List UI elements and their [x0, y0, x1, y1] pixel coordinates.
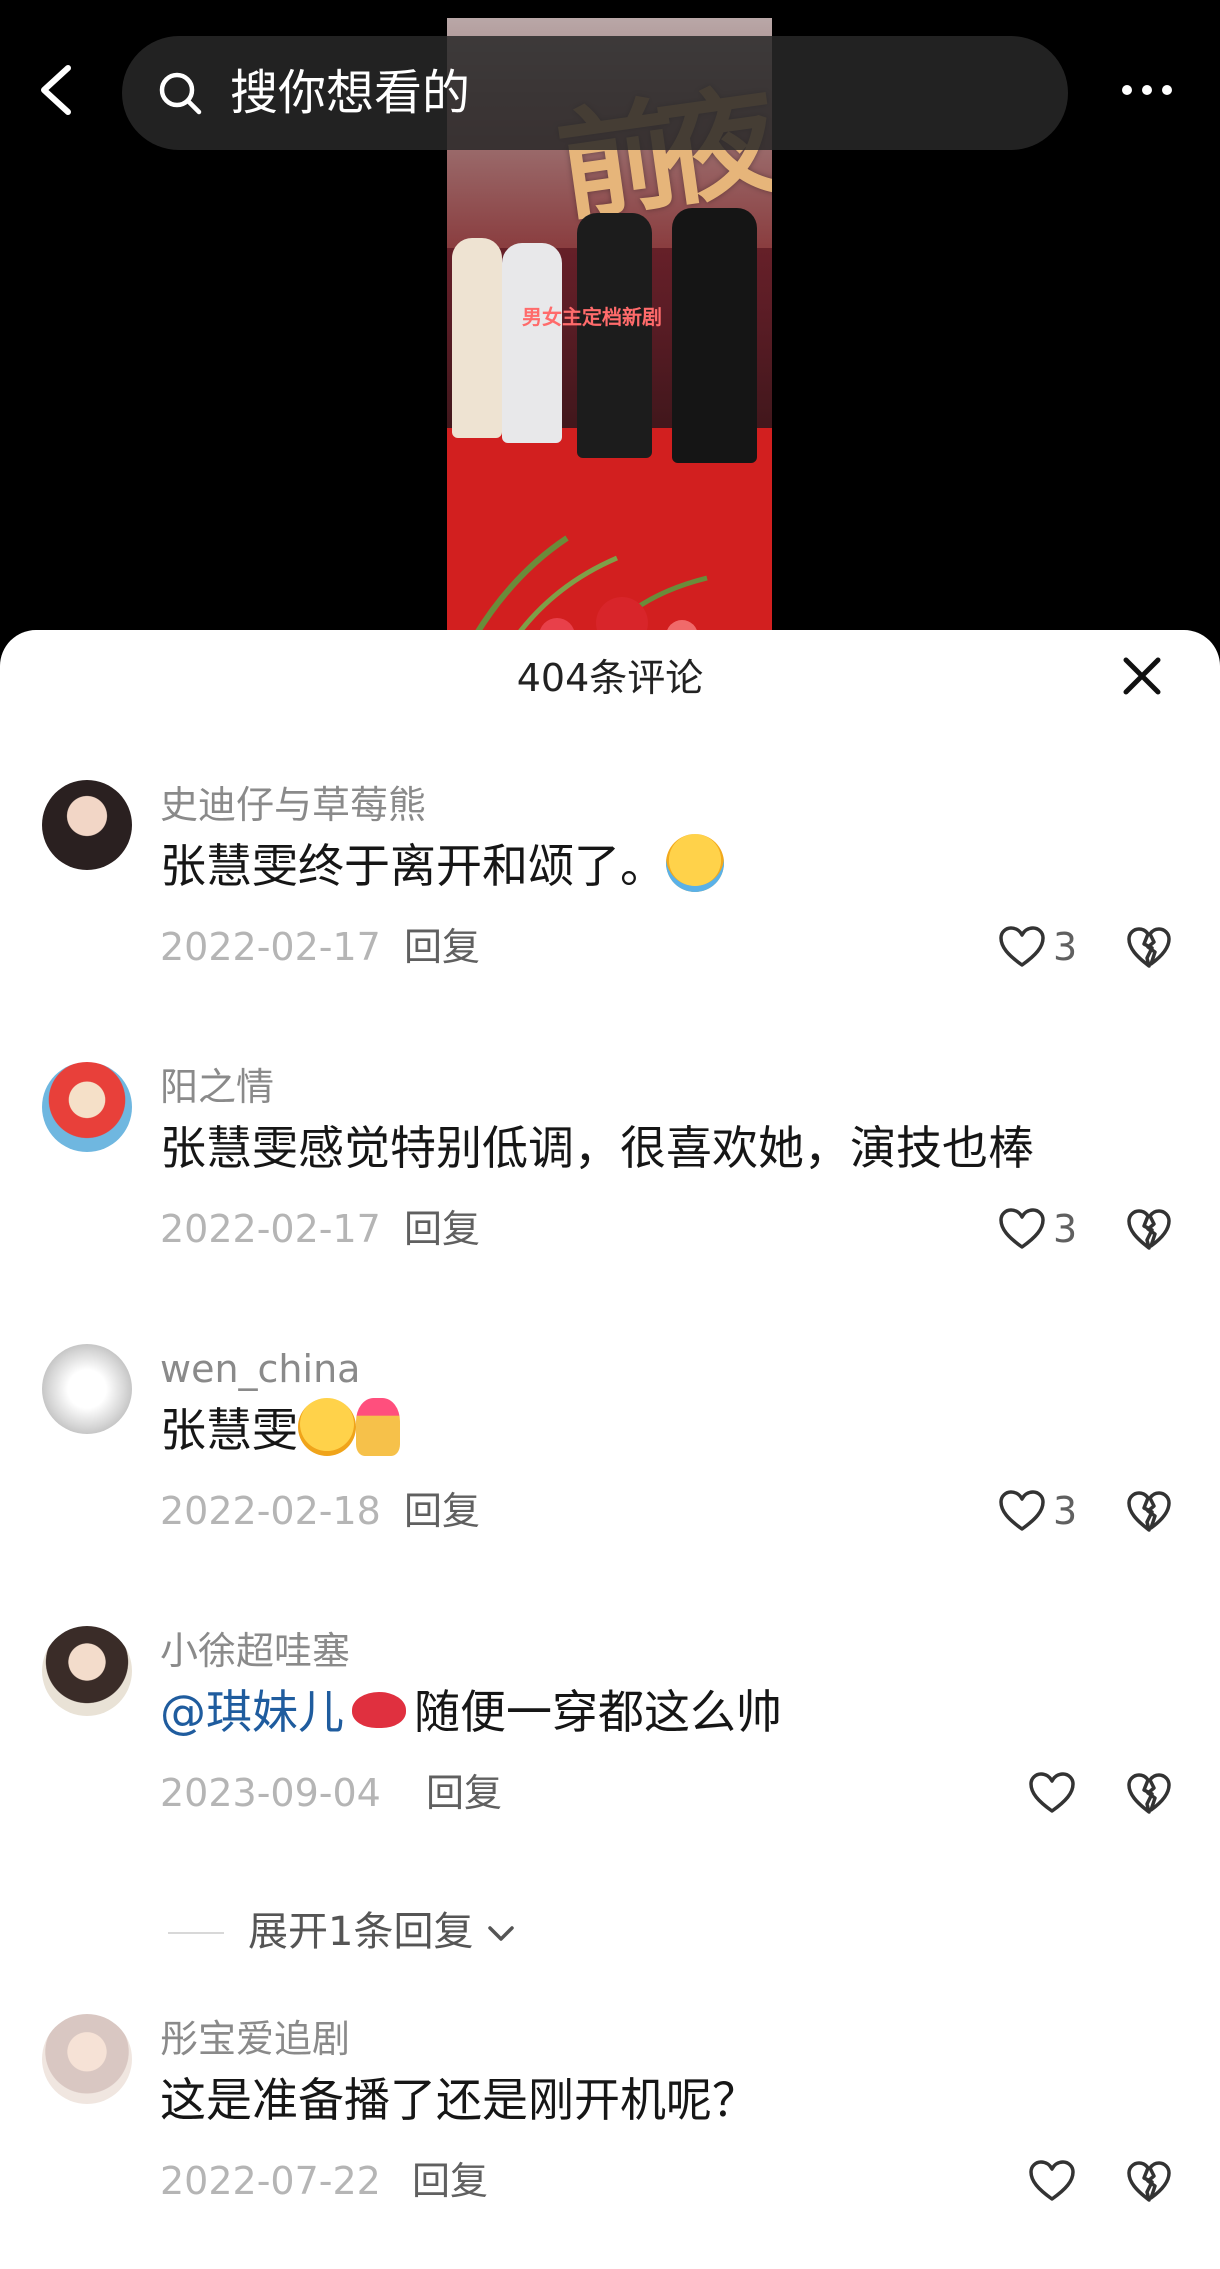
avatar[interactable]: [42, 2014, 132, 2104]
person-figure: [502, 243, 562, 443]
dislike-broken-heart-icon[interactable]: [1126, 1772, 1172, 1816]
avatar[interactable]: [42, 780, 132, 870]
like-count: 3: [1053, 925, 1078, 969]
comment-username[interactable]: 阳之情: [160, 1062, 274, 1112]
avatar[interactable]: [42, 1626, 132, 1716]
comment-date: 2022-07-22: [160, 2159, 381, 2203]
comment-date: 2022-02-17: [160, 1207, 381, 1251]
person-figure: [577, 213, 652, 458]
more-options-icon[interactable]: [1122, 80, 1182, 100]
avatar[interactable]: [42, 1344, 132, 1434]
like-heart-icon[interactable]: [998, 1489, 1046, 1533]
like-count: 3: [1053, 1489, 1078, 1533]
close-icon[interactable]: [1118, 652, 1166, 700]
poster-subtitle: 男女主定档新剧: [522, 305, 662, 329]
comment-item: 小徐超哇塞 @琪妹儿 随便一穿都这么帅 2023-09-04 回复 展开1条回复: [0, 1626, 1220, 1966]
back-arrow-icon[interactable]: [30, 60, 90, 120]
person-figure: [452, 238, 502, 438]
like-heart-icon[interactable]: [1028, 2159, 1076, 2203]
comment-date: 2022-02-18: [160, 1489, 381, 1533]
comment-text-body: 张慧雯: [160, 1403, 298, 1457]
dislike-broken-heart-icon[interactable]: [1126, 2160, 1172, 2204]
comment-item: 阳之情 张慧雯感觉特别低调，很喜欢她，演技也棒 2022-02-17 回复 3: [0, 1062, 1220, 1312]
mention-link[interactable]: @琪妹儿: [160, 1685, 344, 1739]
comment-username[interactable]: 彤宝爱追剧: [160, 2014, 350, 2064]
dislike-broken-heart-icon[interactable]: [1126, 926, 1172, 970]
like-heart-icon[interactable]: [998, 1207, 1046, 1251]
comment-date: 2022-02-17: [160, 925, 381, 969]
search-icon: [159, 72, 202, 115]
expand-replies-label: 展开1条回复: [248, 1909, 474, 1955]
comment-item: 彤宝爱追剧 这是准备播了还是刚开机呢？ 2022-07-22 回复: [0, 2014, 1220, 2264]
dislike-broken-heart-icon[interactable]: [1126, 1208, 1172, 1252]
comment-date: 2023-09-04: [160, 1771, 381, 1815]
reply-button[interactable]: 回复: [412, 2156, 488, 2206]
like-count: 3: [1053, 1207, 1078, 1251]
like-heart-icon[interactable]: [1028, 1771, 1076, 1815]
video-area[interactable]: 前夜 男女主定档新剧 搜你想看的: [0, 0, 1220, 650]
comment-text-body: 随便一穿都这么帅: [414, 1685, 782, 1739]
comment-text: 张慧雯感觉特别低调，很喜欢她，演技也棒: [160, 1121, 1034, 1175]
avatar[interactable]: [42, 1062, 132, 1152]
expand-divider: [168, 1932, 224, 1934]
expand-replies-button[interactable]: 展开1条回复: [248, 1904, 516, 1960]
reply-button[interactable]: 回复: [404, 1204, 480, 1254]
search-placeholder: 搜你想看的: [230, 65, 471, 121]
comment-text: 张慧雯: [160, 1398, 400, 1462]
comment-username[interactable]: wen_china: [160, 1344, 360, 1394]
dislike-broken-heart-icon[interactable]: [1126, 1490, 1172, 1534]
reply-button[interactable]: 回复: [404, 1486, 480, 1536]
reply-button[interactable]: 回复: [404, 922, 480, 972]
comment-text: 这是准备播了还是刚开机呢？: [160, 2073, 758, 2127]
comment-username[interactable]: 史迪仔与草莓熊: [160, 780, 426, 830]
comment-item: wen_china 张慧雯 2022-02-18 回复 3: [0, 1344, 1220, 1594]
chevron-down-icon: [488, 1926, 514, 1941]
like-heart-icon[interactable]: [998, 925, 1046, 969]
comment-text: 张慧雯终于离开和颂了。: [160, 834, 724, 898]
comments-count-title: 404条评论: [516, 656, 704, 700]
kiss-mark-icon: [352, 1692, 406, 1728]
comment-text: @琪妹儿 随便一穿都这么帅: [160, 1680, 782, 1744]
person-figure: [672, 208, 757, 463]
reply-button[interactable]: 回复: [426, 1768, 502, 1818]
comment-username[interactable]: 小徐超哇塞: [160, 1626, 350, 1676]
comment-text-body: 张慧雯终于离开和颂了。: [160, 839, 666, 893]
search-bar[interactable]: 搜你想看的: [122, 36, 1068, 150]
comment-item: 史迪仔与草莓熊 张慧雯终于离开和颂了。 2022-02-17 回复 3: [0, 780, 1220, 1030]
face-blowing-kiss-icon: [298, 1398, 356, 1456]
loudly-crying-face-icon: [666, 834, 724, 892]
comments-sheet: 404条评论 史迪仔与草莓熊 张慧雯终于离开和颂了。 2022-02-17 回复…: [0, 630, 1220, 2269]
heart-hands-icon: [356, 1398, 400, 1456]
